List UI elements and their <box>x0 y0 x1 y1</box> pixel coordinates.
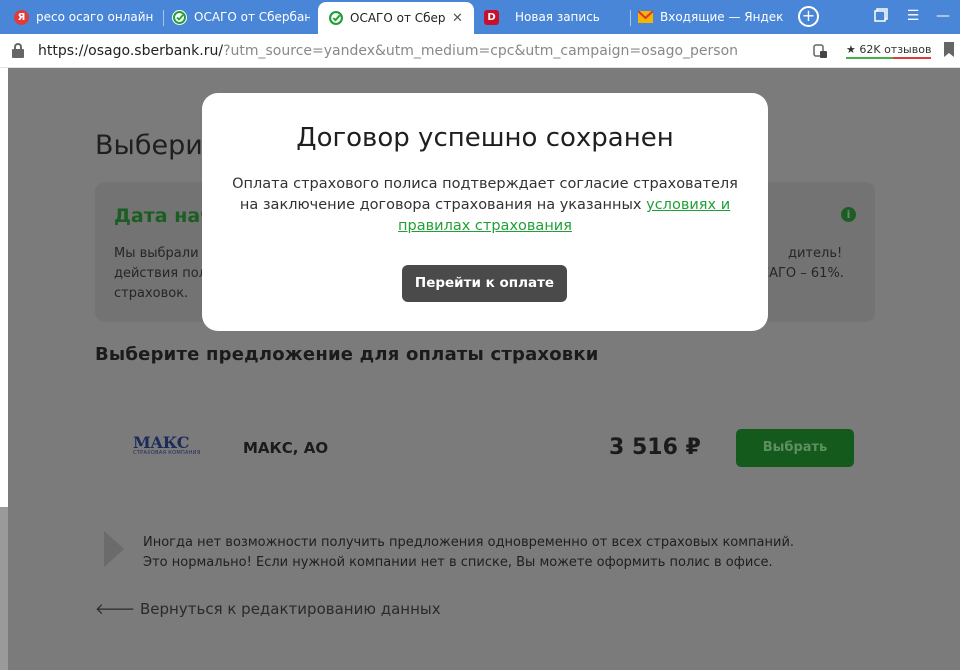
new-tab-button[interactable]: + <box>798 6 819 27</box>
info-line: страховок. <box>114 286 189 301</box>
url-query: ?utm_source=yandex&utm_medium=cpc&utm_ca… <box>223 43 738 59</box>
rules-link[interactable]: правилах страхования <box>398 218 572 234</box>
reviews-count: ★ 62K отзывов <box>846 43 932 56</box>
tab-sberbank-osago-1[interactable]: ОСАГО от Сбербанка <box>172 3 310 31</box>
close-icon[interactable]: ✕ <box>452 11 463 26</box>
minimize-icon[interactable]: — <box>934 8 952 26</box>
terms-link[interactable]: условиях и <box>646 197 730 213</box>
reviews-badge[interactable]: ★ 62K отзывов <box>846 43 932 59</box>
tab-reso-search[interactable]: Я ресо осаго онлайн ку <box>14 3 156 31</box>
info-text-tail: дитель! САГО – 61%. <box>760 244 844 284</box>
modal-text: Оплата страхового полиса подтверждает со… <box>202 174 768 237</box>
extension-icon[interactable] <box>812 43 828 59</box>
tabs-overview-icon[interactable] <box>872 8 890 26</box>
tab-title: Входящие — Яндекс. <box>660 10 784 24</box>
note-line: Иногда нет возможности получить предложе… <box>143 535 795 550</box>
note-arrow-icon <box>104 531 124 567</box>
mail-icon <box>638 10 653 25</box>
arrow-left-icon: 🡐 <box>95 600 136 618</box>
info-line: дитель! <box>788 246 843 261</box>
info-line: действия пол <box>114 266 207 281</box>
d-logo-icon: D <box>484 9 499 25</box>
menu-icon[interactable]: ☰ <box>904 8 922 26</box>
tab-yandex-mail[interactable]: Входящие — Яндекс. <box>638 3 784 31</box>
info-title: Дата нач <box>114 205 214 227</box>
note-line: Это нормально! Если нужной компании нет … <box>143 555 773 570</box>
tab-title: ОСАГО от Сбербанка <box>194 10 310 24</box>
insurer-name: МАКС, АО <box>243 439 329 457</box>
info-icon[interactable]: i <box>841 207 856 222</box>
info-note: Иногда нет возможности получить предложе… <box>143 533 794 573</box>
bookmark-icon[interactable] <box>944 42 956 58</box>
page-edge <box>0 507 8 670</box>
info-line: САГО – 61%. <box>760 266 844 281</box>
address-bar: https://osago.sberbank.ru/?utm_source=ya… <box>0 34 960 68</box>
browser-tab-bar: Я ресо осаго онлайн ку ОСАГО от Сбербанк… <box>0 0 960 34</box>
info-line: Мы выбрали <box>114 246 199 261</box>
back-link[interactable]: 🡐 Вернуться к редактированию данных <box>95 599 441 618</box>
url-field[interactable]: https://osago.sberbank.ru/?utm_source=ya… <box>38 43 738 59</box>
logo-subtitle: СТРАХОВАЯ КОМПАНИЯ <box>133 450 201 456</box>
maks-logo: МАКС СТРАХОВАЯ КОМПАНИЯ <box>133 433 205 461</box>
modal-text-line: Оплата страхового полиса подтверждает со… <box>232 176 738 192</box>
success-modal: Договор успешно сохранен Оплата страхово… <box>202 93 768 331</box>
sberbank-icon <box>172 9 187 25</box>
back-link-label: Вернуться к редактированию данных <box>140 600 441 618</box>
info-text: Мы выбрали действия пол страховок. <box>114 244 207 304</box>
modal-text-line: на заключение договора страхования на ук… <box>239 197 642 213</box>
sberbank-icon <box>328 11 343 26</box>
tab-new-post[interactable]: D Новая запись <box>484 3 624 31</box>
page-edge <box>0 68 8 507</box>
tab-title: Новая запись <box>515 10 600 24</box>
yandex-icon: Я <box>14 9 29 25</box>
select-offer-button[interactable]: Выбрать <box>736 429 854 467</box>
go-to-payment-button[interactable]: Перейти к оплате <box>402 265 567 302</box>
offer-price: 3 516 ₽ <box>609 435 701 460</box>
offers-heading: Выберите предложение для оплаты страховк… <box>95 344 599 365</box>
modal-title: Договор успешно сохранен <box>296 123 674 153</box>
tab-title: ОСАГО от Сбербан <box>350 11 446 25</box>
page-title: Выбери <box>95 130 203 161</box>
url-host: https://osago.sberbank.ru/ <box>38 43 224 59</box>
tab-sberbank-osago-active[interactable]: ОСАГО от Сбербан ✕ <box>318 2 474 34</box>
tab-title: ресо осаго онлайн ку <box>36 10 156 24</box>
lock-icon[interactable] <box>12 43 24 58</box>
